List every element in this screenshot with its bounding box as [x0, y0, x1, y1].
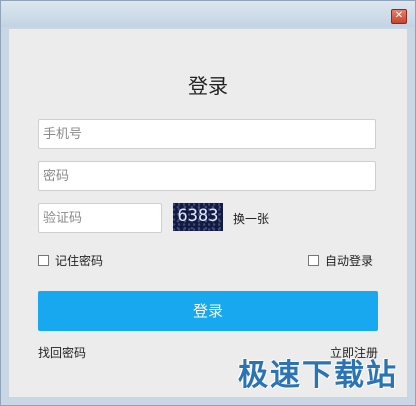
login-button[interactable]: 登录 — [38, 291, 378, 331]
close-button[interactable]: ✕ — [391, 9, 407, 24]
auto-login-checkbox[interactable]: 自动登录 — [308, 252, 373, 269]
captcha-input[interactable] — [38, 203, 162, 233]
refresh-captcha-link[interactable]: 换一张 — [233, 210, 269, 227]
remember-password-checkbox[interactable]: 记住密码 — [38, 252, 103, 269]
auto-login-label: 自动登录 — [325, 254, 374, 268]
forgot-password-link[interactable]: 找回密码 — [38, 344, 86, 361]
phone-input[interactable] — [38, 119, 376, 149]
checkbox-icon[interactable] — [308, 255, 319, 266]
remember-password-label: 记住密码 — [55, 254, 104, 268]
page-title: 登录 — [188, 74, 228, 98]
password-input[interactable] — [38, 161, 376, 191]
title-bar: ✕ — [1, 1, 415, 27]
watermark: 极速下载站 — [238, 358, 398, 393]
captcha-image[interactable]: 6383 — [173, 203, 223, 231]
checkbox-icon[interactable] — [38, 255, 49, 266]
